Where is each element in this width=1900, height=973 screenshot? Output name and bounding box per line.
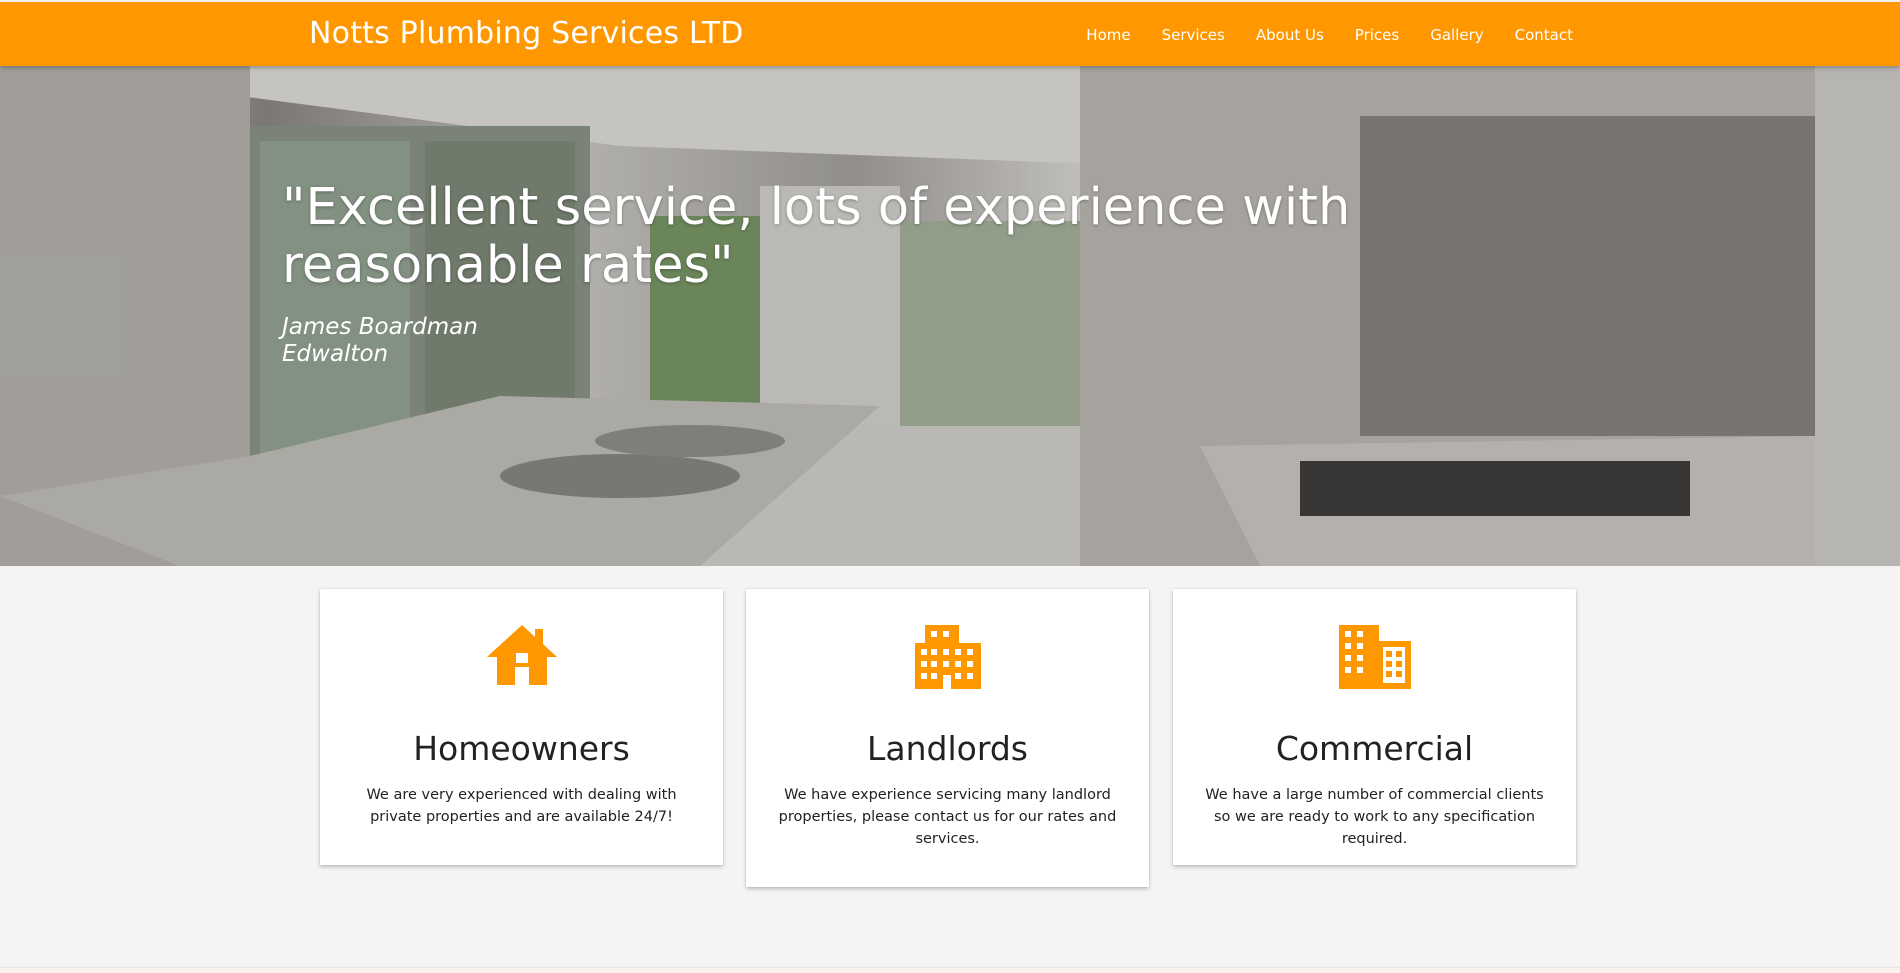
card-icon-wrap	[320, 623, 723, 695]
nav-menu: Home Services About Us Prices Gallery Co…	[1055, 2, 1573, 66]
services-section: Homeowners We are very experienced with …	[0, 566, 1900, 936]
card-text-homeowners: We are very experienced with dealing wit…	[366, 787, 677, 825]
nav-item-contact: Contact	[1515, 25, 1573, 44]
testimonial-author-name: James Boardman	[282, 314, 478, 340]
card-text-commercial: We have a large number of commercial cli…	[1205, 787, 1544, 847]
top-navbar: Notts Plumbing Services LTD Home Service…	[0, 2, 1900, 66]
office-building-icon	[1338, 625, 1411, 689]
brand-logo-link[interactable]: Notts Plumbing Services LTD	[309, 16, 744, 51]
testimonial-author-location: Edwalton	[282, 341, 389, 367]
apartment-building-icon	[914, 625, 981, 689]
card-icon-wrap	[746, 623, 1149, 695]
nav-link-contact[interactable]: Contact	[1515, 26, 1573, 44]
nav-item-gallery: Gallery	[1430, 25, 1483, 44]
nav-item-about: About Us	[1256, 25, 1324, 44]
next-section-edge	[0, 967, 1900, 973]
card-icon-wrap	[1173, 623, 1576, 695]
card-homeowners: Homeowners We are very experienced with …	[320, 589, 723, 865]
card-text-landlords: We have experience servicing many landlo…	[778, 787, 1117, 847]
card-title-commercial: Commercial	[1275, 729, 1474, 768]
testimonial-author: James Boardman Edwalton	[282, 314, 478, 368]
nav-item-home: Home	[1086, 25, 1130, 44]
hero-banner: "Excellent service, lots of experience w…	[0, 66, 1900, 566]
nav-link-about[interactable]: About Us	[1256, 26, 1324, 44]
card-title-homeowners: Homeowners	[413, 729, 630, 768]
card-landlords: Landlords We have experience servicing m…	[746, 589, 1149, 887]
nav-link-gallery[interactable]: Gallery	[1430, 26, 1483, 44]
testimonial-quote: "Excellent service, lots of experience w…	[282, 178, 1351, 295]
nav-link-services[interactable]: Services	[1162, 26, 1225, 44]
nav-item-prices: Prices	[1355, 25, 1399, 44]
card-commercial: Commercial We have a large number of com…	[1173, 589, 1576, 865]
nav-item-services: Services	[1162, 25, 1225, 44]
card-title-landlords: Landlords	[867, 729, 1028, 768]
nav-link-prices[interactable]: Prices	[1355, 26, 1399, 44]
house-icon	[486, 625, 557, 685]
nav-link-home[interactable]: Home	[1086, 26, 1130, 44]
